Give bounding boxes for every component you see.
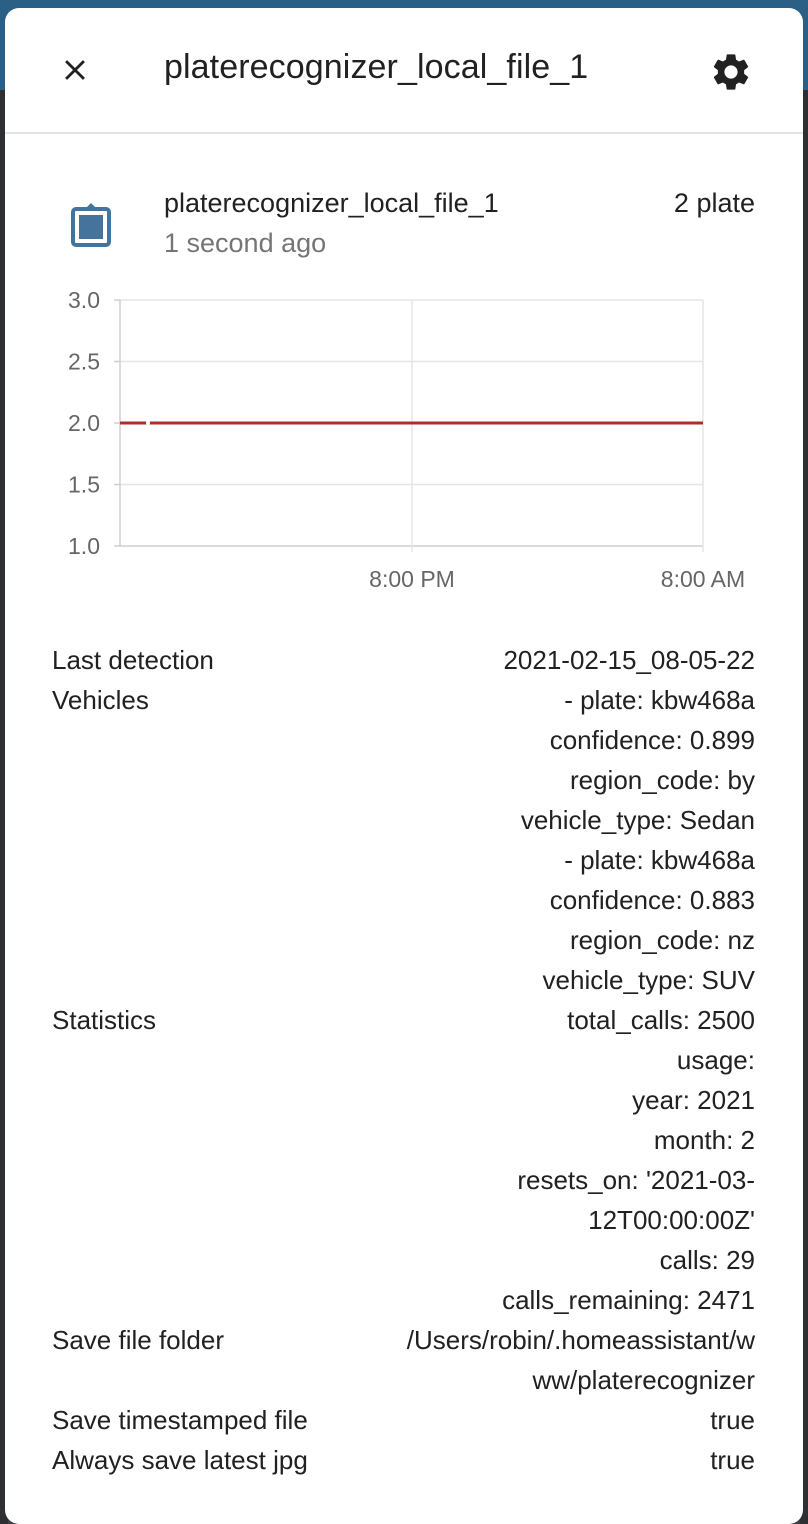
- history-chart-svg: 3.0 2.5 2.0 1.5 1.0 8:00 PM 8:00 AM: [68, 287, 745, 592]
- y-tick-label: 1.0: [68, 533, 100, 559]
- attribute-value-line: - plate: kbw468a: [564, 685, 755, 715]
- attribute-value-line: true: [710, 1405, 755, 1435]
- gear-icon: [713, 54, 749, 90]
- attribute-value-line: true: [710, 1445, 755, 1475]
- more-info-dialog: platerecognizer_local_file_1 platerecogn…: [5, 8, 803, 1524]
- attribute-value-line: month: 2: [653, 1125, 755, 1155]
- attribute-key: Last detection: [52, 645, 214, 675]
- clipboard-icon: [71, 203, 111, 247]
- attribute-row: Last detection 2021-02-15_08-05-22: [52, 640, 755, 680]
- attribute-value-line: /Users/robin/.homeassistant/w: [406, 1325, 755, 1355]
- attribute-value-line: confidence: 0.899: [549, 725, 755, 755]
- attribute-key: Save file folder: [52, 1325, 224, 1355]
- series-point: [146, 421, 150, 425]
- settings-button[interactable]: [707, 48, 755, 96]
- y-tick-label: 1.5: [68, 472, 100, 498]
- attribute-value-line: year: 2021: [632, 1085, 755, 1115]
- attribute-value: - plate: kbw468a confidence: 0.899 region_…: [521, 680, 755, 1000]
- attribute-value-line: ww/platerecognizer: [532, 1365, 755, 1395]
- y-tick-label: 2.0: [68, 410, 100, 436]
- attribute-value: true: [710, 1440, 755, 1480]
- attribute-value-line: total_calls: 2500: [567, 1005, 755, 1035]
- attribute-value-line: calls: 29: [659, 1245, 755, 1275]
- attribute-value-line: vehicle_type: Sedan: [520, 805, 755, 835]
- attribute-key: Vehicles: [52, 685, 149, 715]
- attribute-key: Save timestamped file: [52, 1405, 308, 1435]
- dialog-header: platerecognizer_local_file_1: [5, 8, 803, 134]
- x-tick-label: 8:00 PM: [369, 566, 455, 592]
- attribute-value-line: usage:: [676, 1045, 755, 1075]
- attribute-row: Save file folder/Users/robin/.homeassist…: [52, 1320, 755, 1400]
- attribute-value-line: 12T00:00:00Z': [588, 1205, 755, 1235]
- attribute-row: Vehicles - plate: kbw468a confidence: 0.89…: [52, 680, 755, 1000]
- attributes-list: Last detection 2021-02-15_08-05-22 Vehicle…: [52, 640, 755, 1480]
- attribute-value-line: - plate: kbw468a: [564, 845, 755, 875]
- attribute-value-line: resets_on: '2021-03-: [517, 1165, 755, 1195]
- attribute-row: Save timestamped file true: [52, 1400, 755, 1440]
- entity-state-row: platerecognizer_local_file_1 1 second ag…: [5, 134, 803, 274]
- entity-name: platerecognizer_local_file_1: [164, 188, 499, 218]
- attribute-row: Statistics total_calls: 2500 usage: year: 2…: [52, 1000, 755, 1320]
- entity-last-changed: 1 second ago: [164, 228, 327, 258]
- attribute-value: true: [710, 1400, 755, 1440]
- attribute-value: /Users/robin/.homeassistant/w ww/platerec…: [407, 1320, 755, 1400]
- x-tick-label: 8:00 AM: [661, 566, 745, 592]
- attribute-value-line: vehicle_type: SUV: [542, 965, 755, 995]
- attribute-value-line: 2021-02-15_08-05-22: [503, 645, 755, 675]
- attribute-key: Statistics: [52, 1005, 157, 1035]
- attribute-value: total_calls: 2500 usage: year: 2021 month: …: [502, 1000, 755, 1320]
- close-icon: [65, 60, 85, 80]
- entity-state-value: 2 plate: [673, 188, 755, 218]
- attribute-row: Always save latest jpg true: [52, 1440, 755, 1480]
- attribute-value-line: region_code: nz: [569, 925, 755, 955]
- attribute-value-line: calls_remaining: 2471: [502, 1285, 755, 1315]
- attribute-value-line: confidence: 0.883: [549, 885, 755, 915]
- attribute-value-line: region_code: by: [569, 765, 755, 795]
- dialog-title: platerecognizer_local_file_1: [164, 48, 589, 86]
- attribute-key: Always save latest jpg: [52, 1445, 308, 1475]
- y-tick-label: 2.5: [68, 349, 100, 375]
- history-chart[interactable]: 3.0 2.5 2.0 1.5 1.0 8:00 PM 8:00 AM: [5, 278, 803, 608]
- y-tick-label: 3.0: [68, 287, 100, 313]
- close-button[interactable]: [51, 46, 99, 94]
- attribute-value: 2021-02-15_08-05-22: [503, 640, 755, 680]
